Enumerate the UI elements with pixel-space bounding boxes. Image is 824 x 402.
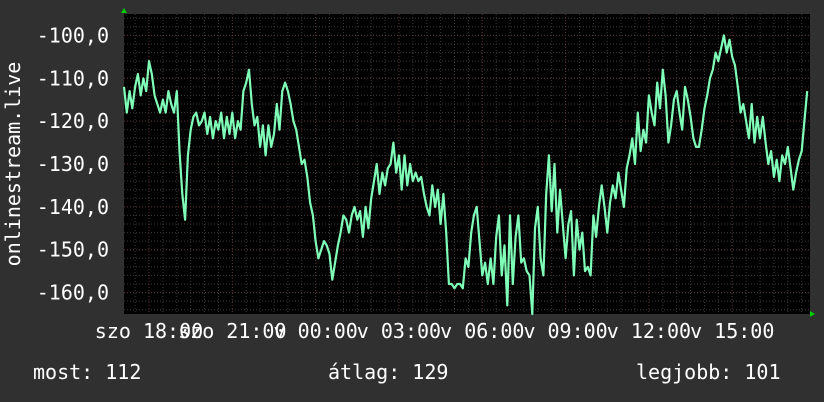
x-tick-label: v 00:00 (273, 319, 357, 343)
y-axis-label: onlinestream.live (1, 62, 25, 267)
y-tick-label: -110,0 (37, 66, 109, 90)
signal-chart: -100,0 -110,0 -120,0 -130,0 -140,0 -150,0 -160… (1, 8, 815, 343)
y-tick-label: -150,0 (37, 238, 109, 262)
y-tick-label: -140,0 (37, 195, 109, 219)
y-tick-label: -160,0 (37, 281, 109, 305)
x-axis-arrow-icon (810, 311, 815, 317)
x-tick-label: v 12:00 (607, 319, 691, 343)
y-tick-label: -130,0 (37, 152, 109, 176)
stats-bar: most: 112 átlag: 129 legjobb: 101 (0, 360, 824, 390)
x-tick-label: v 06:00 (440, 319, 524, 343)
x-tick-label: v 03:00 (357, 319, 441, 343)
stat-current: most: 112 (33, 360, 142, 384)
x-tick-labels: szo 18:00szo 21:00v 00:00 v 03:00 v 06:00 v… (95, 319, 775, 343)
x-tick-label: v 15:00 (690, 319, 774, 343)
stat-average: átlag: 129 (328, 360, 449, 384)
stat-best: legjobb: 101 (636, 360, 781, 384)
y-tick-label: -100,0 (37, 23, 109, 47)
y-tick-labels: -100,0 -110,0 -120,0 -130,0 -140,0 -150,0 -160… (37, 23, 109, 304)
x-tick-label: szo 21:00 (178, 319, 286, 343)
y-axis-arrow-icon (121, 8, 127, 13)
x-tick-label: v 09:00 (523, 319, 607, 343)
y-tick-label: -120,0 (37, 109, 109, 133)
